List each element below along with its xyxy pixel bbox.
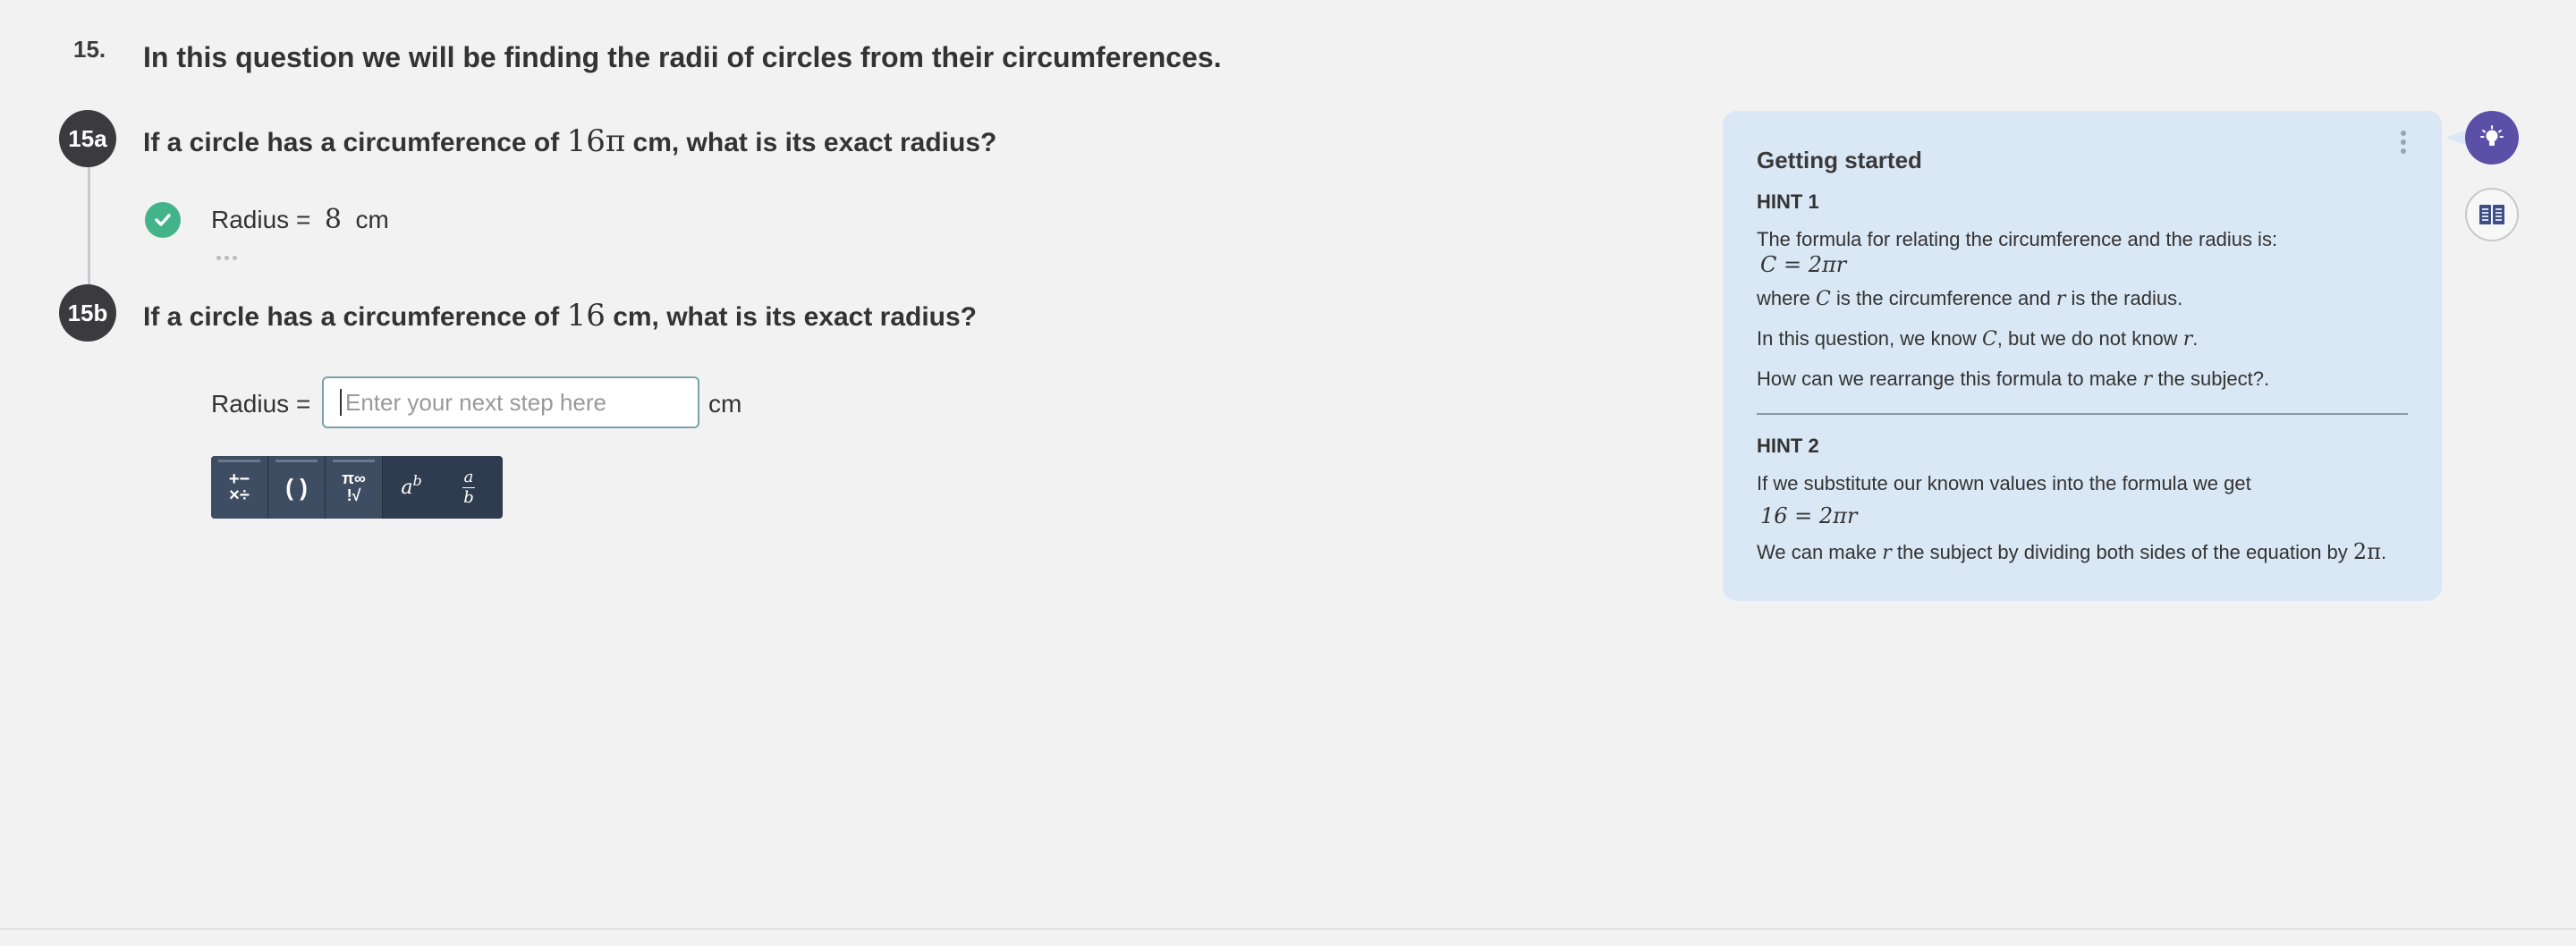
hint1-line3-a: In this question, we know xyxy=(1757,327,1977,350)
hint1-line1: The formula for relating the circumferen… xyxy=(1757,228,2278,250)
brackets-button[interactable]: ( ) xyxy=(268,456,326,519)
hint-heading: Getting started xyxy=(1757,147,1922,173)
bottom-divider xyxy=(0,928,2576,930)
part-a-badge: 15a xyxy=(59,110,116,167)
answer-input[interactable]: Enter your next step here xyxy=(322,376,699,428)
hint1-line4-a: How can we rearrange this formula to mak… xyxy=(1757,367,2138,390)
power-button[interactable]: ab xyxy=(383,456,440,519)
correct-check-icon xyxy=(145,202,181,238)
power-base: a xyxy=(401,476,413,499)
book-icon[interactable] xyxy=(2465,188,2519,241)
hint2-formula: 16 = 2πr xyxy=(1760,503,1858,528)
question-title: In this question we will be finding the … xyxy=(143,41,1222,73)
part-b-question: If a circle has a circumference of 16 cm… xyxy=(143,298,977,334)
hint1-line2-a: where xyxy=(1757,287,1810,309)
part-a-text-after: cm, what is its exact radius? xyxy=(632,128,997,157)
part-a-answer-label: Radius = xyxy=(211,206,311,233)
hint1-line2-var2: r xyxy=(2055,288,2066,310)
part-a-answer: Radius = 8 cm xyxy=(211,204,389,235)
hint1-line3-var1: C xyxy=(1981,328,1997,351)
brackets-label: ( ) xyxy=(285,473,308,501)
part-b-text-after: cm, what is its exact radius? xyxy=(613,302,978,332)
hint-divider xyxy=(1757,413,2408,415)
hint1-line4-var: r xyxy=(2142,368,2153,391)
answer-input-placeholder: Enter your next step here xyxy=(345,388,606,416)
part-a-answer-unit: cm xyxy=(355,206,389,233)
operators-button[interactable]: +− ×÷ xyxy=(211,456,268,519)
hint-panel: Getting started HINT 1 The formula for r… xyxy=(1723,111,2442,601)
hint2-line2-a: We can make xyxy=(1757,541,1877,563)
part-b-answer-unit: cm xyxy=(708,390,742,418)
hint2-line2-c: . xyxy=(2380,541,2387,563)
hint2-line2-val: 2π xyxy=(2352,539,2381,564)
symbols-bottom: !√ xyxy=(346,486,361,504)
hint1-line2-var1: C xyxy=(1816,288,1831,310)
question-number: 15. xyxy=(73,36,106,63)
show-steps-dots[interactable] xyxy=(216,249,242,260)
hint1-line3: In this question, we know C, but we do n… xyxy=(1757,325,2408,353)
timeline-line xyxy=(88,161,90,304)
hint1-formula: C = 2πr xyxy=(1760,252,1847,277)
part-b-value: 16 xyxy=(566,298,606,334)
hint1-line4: How can we rearrange this formula to mak… xyxy=(1757,366,2408,393)
hint1-line2: where C is the circumference and r is th… xyxy=(1757,285,2408,313)
math-toolbar: +− ×÷ ( ) π∞ !√ ab a b xyxy=(211,456,503,519)
text-caret xyxy=(340,389,342,416)
part-a-value: 16π xyxy=(566,123,626,159)
part-a-answer-value: 8 xyxy=(324,204,342,235)
hint2-title: HINT 2 xyxy=(1757,435,1819,457)
power-exp: b xyxy=(412,471,422,489)
hint1-line3-c: . xyxy=(2192,327,2199,350)
fraction-num: a xyxy=(463,467,474,486)
hint2-line2-var: r xyxy=(1882,542,1892,564)
hint1-line2-c: is the radius. xyxy=(2071,287,2183,309)
symbols-top: π∞ xyxy=(342,469,366,487)
symbols-button[interactable]: π∞ !√ xyxy=(326,456,383,519)
fraction-button[interactable]: a b xyxy=(440,456,497,519)
part-b-badge: 15b xyxy=(59,284,116,342)
hint1-line4-b: the subject?. xyxy=(2157,367,2270,390)
hint1-line3-b: , but we do not know xyxy=(1996,327,2178,350)
lightbulb-icon[interactable] xyxy=(2445,111,2519,165)
part-b-text-before: If a circle has a circumference of xyxy=(143,302,560,332)
operators-bottom: ×÷ xyxy=(229,486,250,505)
more-vertical-icon[interactable] xyxy=(2401,131,2408,157)
part-a-question: If a circle has a circumference of 16π c… xyxy=(143,123,996,159)
fraction-den: b xyxy=(463,487,474,507)
hint2-line2-b: the subject by dividing both sides of th… xyxy=(1896,541,2348,563)
hint2-line2: We can make r the subject by dividing bo… xyxy=(1757,538,2408,567)
hint1-line3-var2: r xyxy=(2182,328,2193,351)
part-a-text-before: If a circle has a circumference of xyxy=(143,128,560,157)
hint1-line2-b: is the circumference and xyxy=(1836,287,2051,309)
hint2-line1: If we substitute our known values into t… xyxy=(1757,472,2251,494)
hint1-title: HINT 1 xyxy=(1757,190,1819,213)
part-b-answer-label: Radius = xyxy=(211,390,311,418)
